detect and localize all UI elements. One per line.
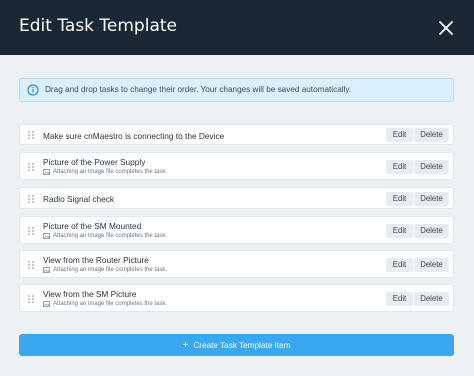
- task-row[interactable]: Picture of the SM Mounted Attaching an i…: [19, 216, 454, 244]
- edit-button[interactable]: Edit: [386, 192, 413, 206]
- modal-header: Edit Task Template: [0, 0, 474, 55]
- image-icon: [43, 301, 50, 307]
- task-subtext-label: Attaching an image file completes the ta…: [53, 233, 168, 239]
- task-subtext-label: Attaching an image file completes the ta…: [53, 169, 168, 175]
- task-label: Radio Signal check: [43, 194, 115, 204]
- task-row[interactable]: View from the SM Picture Attaching an im…: [19, 284, 454, 312]
- edit-button[interactable]: Edit: [386, 224, 413, 238]
- task-row[interactable]: View from the Router Picture Attaching a…: [19, 250, 454, 278]
- info-circle-icon: [27, 84, 39, 96]
- drag-handle-icon[interactable]: [27, 260, 35, 270]
- task-row[interactable]: Radio Signal check Edit Delete: [19, 187, 454, 209]
- edit-button[interactable]: Edit: [386, 292, 413, 306]
- delete-button[interactable]: Delete: [414, 192, 449, 206]
- task-subtext: Attaching an image file completes the ta…: [43, 301, 167, 307]
- create-task-template-item-button[interactable]: + Create Task Template Item: [19, 334, 454, 356]
- modal-title: Edit Task Template: [19, 16, 177, 36]
- task-subtext-label: Attaching an image file completes the ta…: [53, 301, 168, 307]
- task-label: View from the SM Picture: [43, 289, 137, 299]
- delete-button[interactable]: Delete: [414, 258, 449, 272]
- image-icon: [43, 233, 50, 239]
- drag-handle-icon[interactable]: [27, 194, 35, 204]
- info-text: Drag and drop tasks to change their orde…: [45, 85, 352, 94]
- drag-handle-icon[interactable]: [27, 226, 35, 236]
- drag-handle-icon[interactable]: [27, 162, 35, 172]
- info-banner: Drag and drop tasks to change their orde…: [19, 78, 454, 102]
- delete-button[interactable]: Delete: [414, 224, 449, 238]
- task-label: Picture of the SM Mounted: [43, 221, 142, 231]
- task-label: View from the Router Picture: [43, 255, 149, 265]
- delete-button[interactable]: Delete: [414, 128, 449, 142]
- plus-icon: +: [182, 339, 189, 351]
- edit-button[interactable]: Edit: [386, 128, 413, 142]
- image-icon: [43, 267, 50, 273]
- task-subtext: Attaching an image file completes the ta…: [43, 267, 167, 273]
- task-subtext-label: Attaching an image file completes the ta…: [53, 267, 168, 273]
- delete-button[interactable]: Delete: [414, 292, 449, 306]
- task-label: Picture of the Power Supply: [43, 157, 146, 167]
- task-subtext: Attaching an image file completes the ta…: [43, 169, 167, 175]
- drag-handle-icon[interactable]: [27, 130, 35, 140]
- task-row[interactable]: Make sure cnMaestro is connecting to the…: [19, 124, 454, 145]
- edit-task-template-modal: Edit Task Template Drag and drop tasks t…: [0, 0, 474, 376]
- task-subtext: Attaching an image file completes the ta…: [43, 233, 167, 239]
- close-icon[interactable]: [434, 16, 458, 40]
- delete-button[interactable]: Delete: [414, 160, 449, 174]
- create-button-label: Create Task Template Item: [193, 340, 291, 350]
- edit-button[interactable]: Edit: [386, 160, 413, 174]
- edit-button[interactable]: Edit: [386, 258, 413, 272]
- drag-handle-icon[interactable]: [27, 294, 35, 304]
- task-row[interactable]: Picture of the Power Supply Attaching an…: [19, 152, 454, 180]
- task-label: Make sure cnMaestro is connecting to the…: [43, 131, 225, 141]
- image-icon: [43, 169, 50, 175]
